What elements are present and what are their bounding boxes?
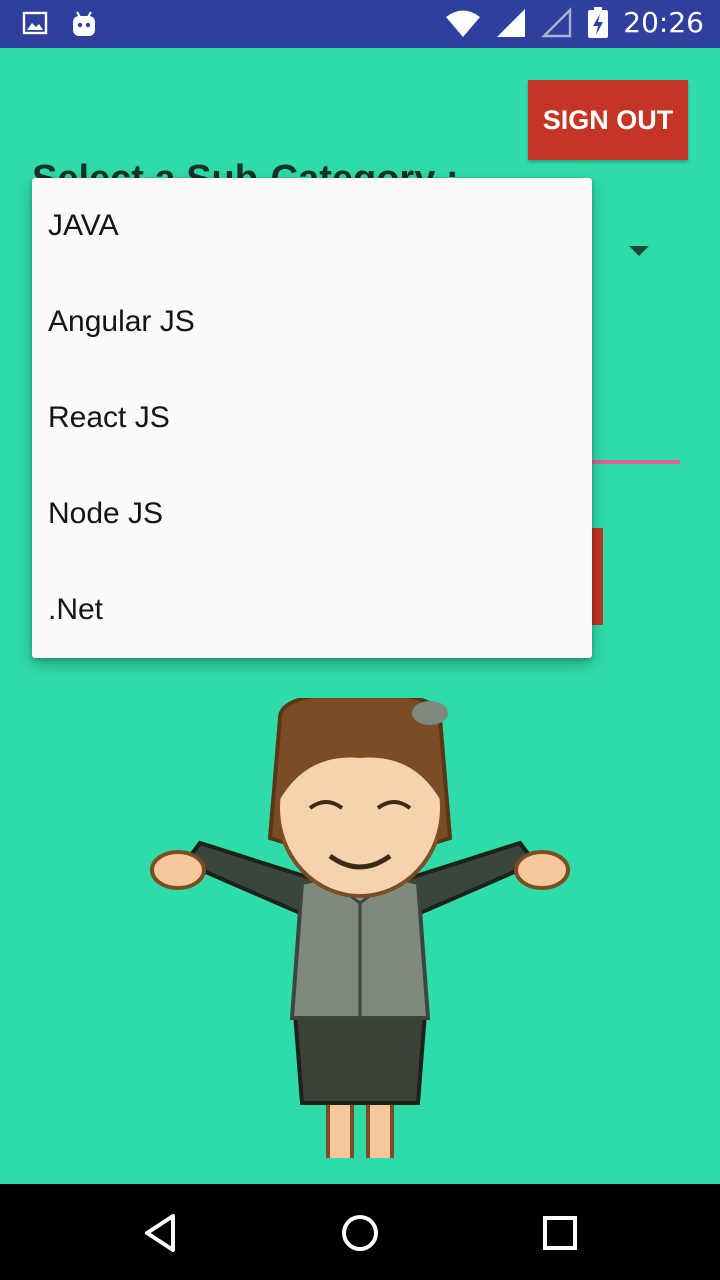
android-robot-icon [73, 11, 95, 36]
submit-button-edge[interactable] [592, 528, 603, 625]
sign-out-button[interactable]: SIGN OUT [528, 80, 688, 160]
battery-charging-icon [588, 6, 609, 38]
dropdown-option-react-js[interactable]: React JS [32, 370, 592, 466]
navigation-bar [0, 1184, 720, 1280]
signal-icon [497, 8, 526, 37]
recents-icon[interactable] [535, 1208, 585, 1258]
sub-category-dropdown-menu: JAVA Angular JS React JS Node JS .Net [32, 178, 592, 658]
signal-empty-icon [541, 6, 572, 37]
dropdown-option-angular-js[interactable]: Angular JS [32, 274, 592, 370]
back-icon[interactable] [135, 1208, 185, 1258]
image-notification-icon [22, 11, 48, 35]
wifi-icon [446, 10, 481, 37]
dropdown-arrow-icon[interactable] [629, 246, 649, 256]
character-illustration [150, 698, 570, 1158]
dropdown-option-java[interactable]: JAVA [32, 178, 592, 274]
dropdown-option-node-js[interactable]: Node JS [32, 466, 592, 562]
status-time: 20:26 [623, 6, 704, 39]
dropdown-option-dotnet[interactable]: .Net [32, 562, 592, 658]
input-underline [592, 460, 680, 464]
home-icon[interactable] [335, 1208, 385, 1258]
status-bar: 20:26 [0, 0, 720, 48]
